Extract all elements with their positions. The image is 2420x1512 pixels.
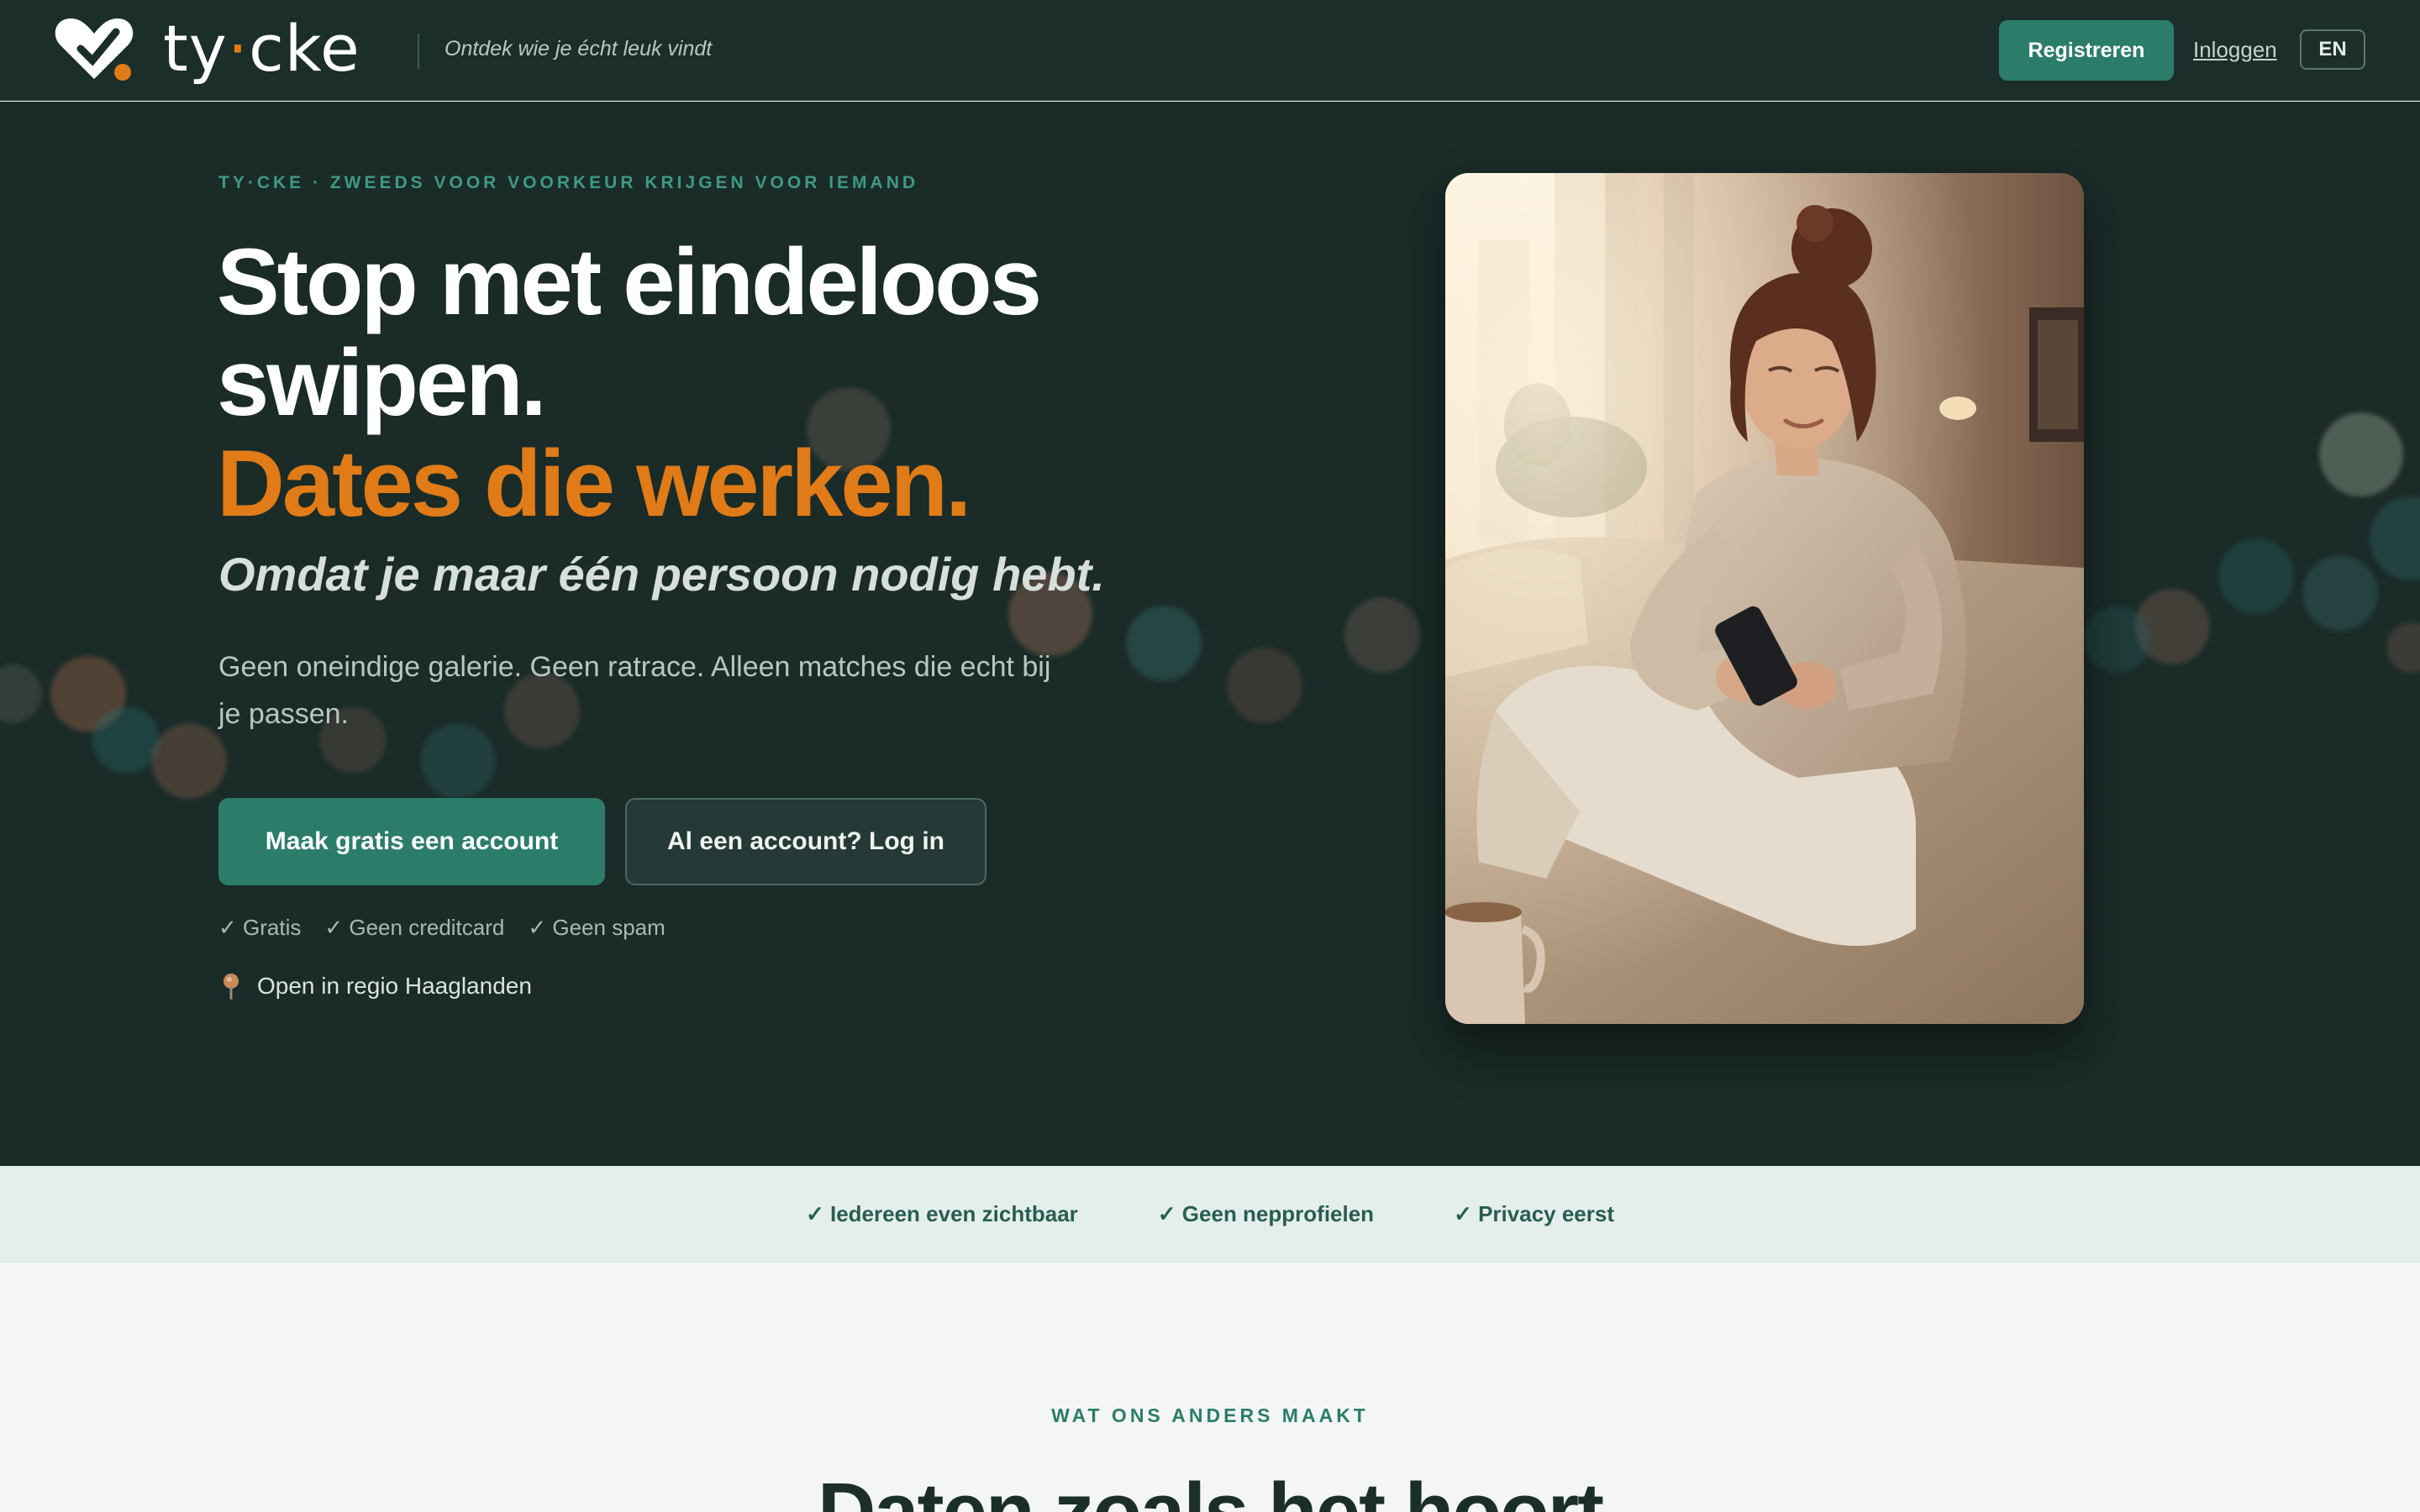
check-item: ✓ Geen spam (528, 915, 666, 940)
login-button[interactable]: Al een account? Log in (625, 798, 986, 885)
create-account-button[interactable]: Maak gratis een account (218, 798, 605, 885)
section-title: Daten zoals het hoort (817, 1467, 1604, 1512)
hero-section: TY·CKE · ZWEEDS VOOR VOORKEUR KRIJGEN VO… (0, 102, 2420, 1166)
login-link[interactable]: Inloggen (2193, 37, 2277, 63)
logo-text-second: cke (248, 11, 360, 86)
headline-accent: Dates die werken. (217, 431, 971, 536)
hero-checklist: ✓ Gratis ✓ Geen creditcard ✓ Geen spam (218, 915, 666, 941)
section-eyebrow: WAT ONS ANDERS MAAKT (1051, 1404, 1369, 1426)
check-item: ✓ Geen creditcard (324, 915, 505, 940)
hero-body-text: Geen oneindige galerie. Geen ratrace. Al… (218, 651, 1051, 730)
header-divider (418, 34, 419, 69)
header-tagline: Ontdek wie je écht leuk vindt (445, 37, 713, 60)
trust-bar: ✓ Iedereen even zichtbaar ✓ Geen nepprof… (0, 1166, 2420, 1263)
logo-dot: · (227, 11, 249, 86)
logo-text-first: ty (163, 11, 228, 86)
region-info: Open in regio Haaglanden (220, 972, 532, 1000)
logo[interactable]: ty·cke (52, 15, 360, 82)
headline-line-1: Stop met eindeloos (217, 229, 1042, 334)
trust-item: ✓ Geen nepprofielen (1157, 1200, 1375, 1226)
trust-item: ✓ Privacy eerst (1454, 1200, 1614, 1226)
logo-wordmark: ty·cke (163, 15, 360, 82)
register-button[interactable]: Registreren (1999, 20, 2174, 81)
hero-eyebrow: TY·CKE · ZWEEDS VOOR VOORKEUR KRIJGEN VO… (218, 173, 919, 192)
hero-photo (1445, 173, 2084, 1024)
trust-item: ✓ Iedereen even zichtbaar (805, 1200, 1078, 1226)
site-header: ty·cke Ontdek wie je écht leuk vindt Reg… (0, 0, 2420, 101)
woman-with-phone-image (1445, 173, 2084, 1024)
heart-logo-icon (55, 18, 134, 81)
check-item: ✓ Gratis (218, 915, 302, 940)
language-toggle-button[interactable]: EN (2300, 29, 2365, 70)
map-pin-icon (224, 974, 239, 1000)
hero-subheadline: Omdat je maar één persoon nodig hebt. (218, 548, 1105, 601)
region-label: Open in regio Haaglanden (257, 973, 532, 999)
headline-line-2: swipen. (217, 330, 547, 435)
